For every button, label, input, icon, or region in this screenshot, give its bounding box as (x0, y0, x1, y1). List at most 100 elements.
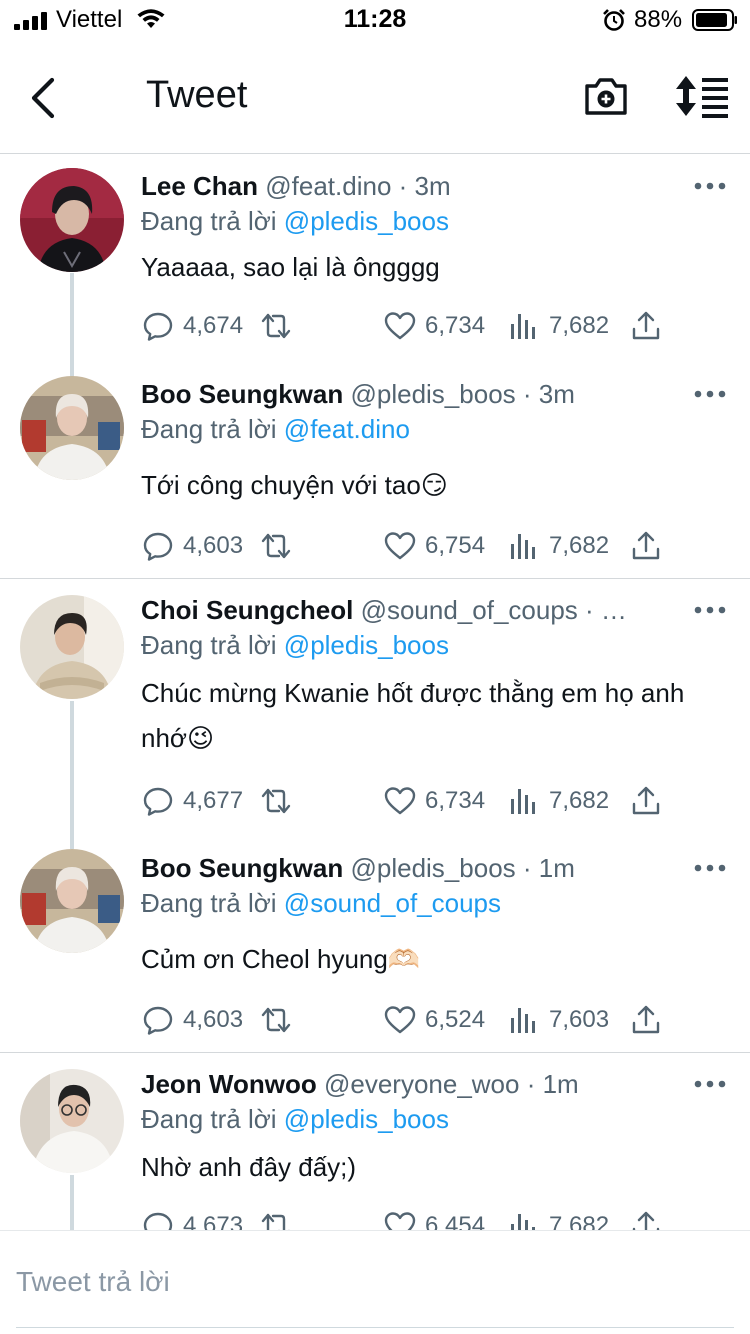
more-dots-icon[interactable] (693, 1077, 727, 1091)
alarm-icon (603, 9, 625, 31)
author-handle[interactable]: @pledis_boos · 1m (350, 853, 574, 883)
avatar[interactable] (20, 595, 124, 699)
mention-link[interactable]: @pledis_boos (284, 206, 449, 236)
tweet-header: Jeon Wonwoo @everyone_woo · 1m (141, 1068, 579, 1100)
author-name[interactable]: Lee Chan (141, 171, 258, 201)
retweet-icon (261, 313, 291, 339)
avatar[interactable] (20, 849, 124, 953)
share-button[interactable] (629, 1206, 671, 1230)
tweet-text: Tới công chuyện với tao😏 (141, 470, 448, 500)
battery-percent: 88% (634, 6, 683, 33)
reply-bubble-icon (143, 787, 173, 816)
reply-button[interactable]: 4,674 (141, 306, 243, 346)
mention-link[interactable]: @sound_of_coups (284, 888, 501, 918)
author-handle[interactable]: @everyone_woo · 1m (324, 1069, 579, 1099)
tweet[interactable]: Lee Chan @feat.dino · 3m Đang trả lời @p… (0, 155, 750, 375)
avatar[interactable] (20, 376, 124, 480)
more-dots-icon[interactable] (693, 387, 727, 401)
tweet-header: Boo Seungkwan @pledis_boos · 3m (141, 378, 575, 410)
tweet[interactable]: Jeon Wonwoo @everyone_woo · 1m Đang trả … (0, 1053, 750, 1230)
reply-button[interactable]: 4,673 (141, 1206, 243, 1230)
tweet-text: Yaaaaa, sao lại là ôngggg (141, 252, 440, 282)
author-handle[interactable]: @pledis_boos · 3m (350, 379, 574, 409)
share-button[interactable] (629, 306, 671, 346)
retweet-button[interactable] (259, 306, 301, 346)
retweet-icon (261, 1007, 291, 1033)
tweet-header: Choi Seungcheol @sound_of_coups · … (141, 594, 627, 626)
reply-button[interactable]: 4,603 (141, 1000, 243, 1040)
retweet-button[interactable] (259, 526, 301, 566)
reply-input[interactable] (16, 1257, 734, 1307)
view-count: 7,682 (549, 787, 610, 814)
like-button[interactable]: 6,734 (383, 306, 485, 346)
retweet-button[interactable] (259, 781, 301, 821)
reply-count: 4,674 (183, 312, 244, 339)
author-name[interactable]: Boo Seungkwan (141, 379, 343, 409)
reply-thread-feed[interactable]: Lee Chan @feat.dino · 3m Đang trả lời @p… (0, 155, 750, 1230)
like-button[interactable]: 6,754 (383, 526, 485, 566)
tweet-actions: 4,677 6,734 7,682 (141, 781, 721, 821)
reply-bubble-icon (143, 312, 173, 341)
view-count: 7,682 (549, 312, 610, 339)
views-button[interactable]: 7,682 (507, 781, 609, 821)
like-button[interactable]: 6,734 (383, 781, 485, 821)
views-button[interactable]: 7,682 (507, 526, 609, 566)
views-button[interactable]: 7,603 (507, 1000, 609, 1040)
more-dots-icon[interactable] (693, 861, 727, 875)
reply-bubble-icon (143, 1212, 173, 1230)
author-handle[interactable]: @feat.dino · 3m (265, 171, 450, 201)
view-count: 7,682 (549, 1212, 610, 1230)
views-bars-icon (511, 789, 535, 814)
view-count: 7,682 (549, 532, 610, 559)
tweet[interactable]: Choi Seungcheol @sound_of_coups · … Đang… (0, 579, 750, 831)
like-button[interactable]: 6,524 (383, 1000, 485, 1040)
status-bar: Viettel 11:28 88% (0, 0, 750, 40)
camera-add-icon[interactable] (582, 72, 630, 120)
author-name[interactable]: Jeon Wonwoo (141, 1069, 317, 1099)
replying-to-line: Đang trả lời @sound_of_coups (141, 887, 501, 919)
avatar[interactable] (20, 1069, 124, 1173)
replying-to-line: Đang trả lời @feat.dino (141, 413, 410, 445)
retweet-button[interactable] (259, 1000, 301, 1040)
tweet-text: Củm ơn Cheol hyung🫶🏻 (141, 944, 421, 974)
author-handle[interactable]: @sound_of_coups · … (361, 595, 627, 625)
author-name[interactable]: Boo Seungkwan (141, 853, 343, 883)
tweet-header: Lee Chan @feat.dino · 3m (141, 170, 451, 202)
like-count: 6,524 (425, 1006, 486, 1033)
mention-link[interactable]: @pledis_boos (284, 1104, 449, 1134)
share-button[interactable] (629, 781, 671, 821)
views-button[interactable]: 7,682 (507, 306, 609, 346)
more-dots-icon[interactable] (693, 179, 727, 193)
sort-list-icon[interactable] (674, 72, 730, 120)
heart-icon (384, 532, 416, 560)
tweet-actions: 4,673 6,454 7,682 (141, 1206, 721, 1230)
replying-to-line: Đang trả lời @pledis_boos (141, 629, 449, 661)
like-button[interactable]: 6,454 (383, 1206, 485, 1230)
retweet-button[interactable] (259, 1206, 301, 1230)
tweet[interactable]: Boo Seungkwan @pledis_boos · 1m Đang trả… (0, 831, 750, 1052)
reply-composer (0, 1230, 750, 1334)
retweet-icon (261, 533, 291, 559)
mention-link[interactable]: @pledis_boos (284, 630, 449, 660)
share-button[interactable] (629, 1000, 671, 1040)
tweet-header: Boo Seungkwan @pledis_boos · 1m (141, 852, 575, 884)
reply-button[interactable]: 4,603 (141, 526, 243, 566)
more-dots-icon[interactable] (693, 603, 727, 617)
share-button[interactable] (629, 526, 671, 566)
mention-link[interactable]: @feat.dino (284, 414, 410, 444)
avatar[interactable] (20, 168, 124, 272)
replying-label: Đang trả lời (141, 414, 277, 444)
heart-icon (384, 1006, 416, 1034)
reply-count: 4,677 (183, 787, 244, 814)
views-bars-icon (511, 534, 535, 559)
author-name[interactable]: Choi Seungcheol (141, 595, 353, 625)
reply-bubble-icon (143, 1006, 173, 1035)
tweet[interactable]: Boo Seungkwan @pledis_boos · 3m Đang trả… (0, 375, 750, 578)
heart-icon (384, 787, 416, 815)
like-count: 6,734 (425, 787, 486, 814)
back-arrow-icon[interactable] (24, 74, 64, 122)
retweet-icon (261, 1213, 290, 1230)
views-button[interactable]: 7,682 (507, 1206, 609, 1230)
reply-button[interactable]: 4,677 (141, 781, 243, 821)
heart-icon (384, 312, 416, 340)
